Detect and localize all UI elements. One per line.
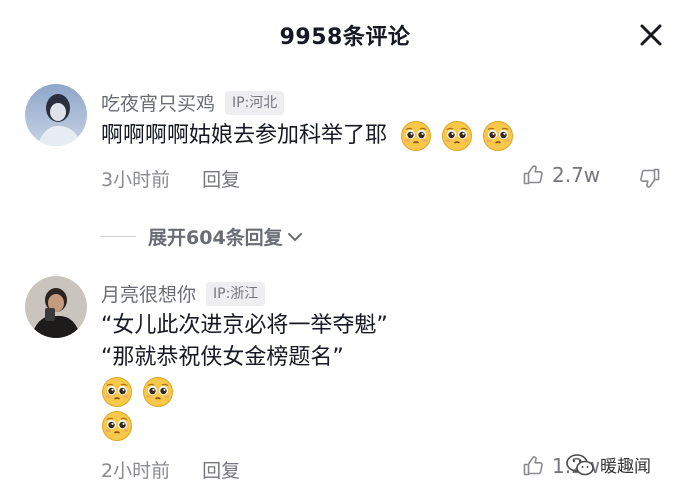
chevron-down-icon bbox=[287, 232, 302, 241]
reply-button[interactable]: 回复 bbox=[202, 460, 240, 482]
wechat-logo-icon bbox=[566, 453, 594, 475]
pleading-face-emoji-icon bbox=[482, 120, 514, 152]
comments-header: 9958条评论 bbox=[0, 0, 690, 70]
avatar[interactable] bbox=[25, 84, 87, 146]
comment-timestamp: 3小时前 bbox=[101, 169, 171, 191]
comment-author-row: 吃夜宵只买鸡 IP:河北 bbox=[101, 89, 285, 116]
comment-text: 啊啊啊啊姑娘去参加科举了耶 bbox=[101, 120, 516, 152]
comment-text-content: 啊啊啊啊姑娘去参加科举了耶 bbox=[101, 123, 388, 148]
thumbs-up-icon bbox=[522, 454, 546, 478]
username[interactable]: 吃夜宵只买鸡 bbox=[101, 89, 215, 116]
comment-emoji-line bbox=[101, 376, 176, 408]
divider bbox=[100, 236, 136, 237]
thumbs-down-icon[interactable] bbox=[637, 166, 661, 190]
comment-author-row: 月亮很想你 IP:浙江 bbox=[101, 280, 266, 307]
comment-text-line: “那就恭祝侠女金榜题名” bbox=[101, 345, 344, 370]
watermark-text: 暖趣闻 bbox=[600, 457, 651, 477]
pleading-face-emoji-icon bbox=[101, 410, 133, 442]
pleading-face-emoji-icon bbox=[142, 376, 174, 408]
comment-emoji-line bbox=[101, 410, 135, 442]
ip-location-badge: IP:河北 bbox=[225, 90, 285, 115]
comment-timestamp: 2小时前 bbox=[101, 460, 171, 482]
expand-replies-button[interactable]: 展开604条回复 bbox=[100, 223, 305, 250]
watermark: 暖趣闻 bbox=[566, 452, 651, 477]
username[interactable]: 月亮很想你 bbox=[101, 280, 196, 307]
like-count: 2.7w bbox=[552, 163, 601, 187]
comment-meta: 3小时前 回复 bbox=[101, 165, 240, 192]
pleading-face-emoji-icon bbox=[101, 376, 133, 408]
thumbs-up-icon bbox=[522, 163, 546, 187]
avatar[interactable] bbox=[25, 276, 87, 338]
comments-count-title: 9958条评论 bbox=[279, 25, 411, 50]
like-button[interactable]: 2.7w bbox=[522, 163, 600, 187]
expand-replies-label: 展开604条回复 bbox=[148, 227, 283, 249]
close-icon[interactable] bbox=[638, 22, 664, 48]
pleading-face-emoji-icon bbox=[400, 120, 432, 152]
comment-meta: 2小时前 回复 bbox=[101, 456, 240, 483]
pleading-face-emoji-icon bbox=[441, 120, 473, 152]
ip-location-badge: IP:浙江 bbox=[206, 281, 266, 306]
reply-button[interactable]: 回复 bbox=[202, 169, 240, 191]
comment-text-line: “女儿此次进京必将一举夺魁” bbox=[101, 313, 388, 338]
